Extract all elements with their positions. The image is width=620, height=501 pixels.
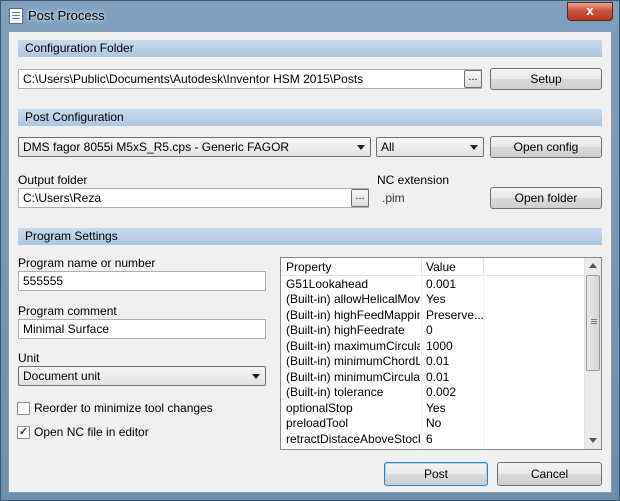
property-name: (Built-in) minimumChordL... <box>286 354 420 368</box>
property-value: Preserve... <box>426 308 483 322</box>
property-grid-header: Property Value <box>281 258 584 276</box>
open-nc-checkbox[interactable]: ✓ <box>17 426 30 439</box>
scroll-up-arrow-icon[interactable] <box>589 263 597 268</box>
config-folder-path-field[interactable]: C:\Users\Public\Documents\Autodesk\Inven… <box>18 69 482 89</box>
reorder-label: Reorder to minimize tool changes <box>34 401 213 415</box>
program-settings-header: Program Settings <box>18 228 602 245</box>
property-name: retractDistaceAboveStock <box>286 432 420 446</box>
window-title: Post Process <box>28 8 105 23</box>
cancel-button[interactable]: Cancel <box>497 462 602 486</box>
post-filter-value: All <box>381 140 395 154</box>
reorder-checkbox[interactable] <box>17 402 30 415</box>
property-row[interactable]: retractDistaceAboveStock 6 <box>281 432 584 447</box>
title-bar[interactable]: Post Process x <box>1 1 619 31</box>
property-value: 6 <box>426 432 433 446</box>
property-name: (Built-in) allowHelicalMoves <box>286 292 420 306</box>
property-value: 0.01 <box>426 370 450 384</box>
property-name: (Built-in) maximumCircula... <box>286 339 420 353</box>
property-row[interactable]: (Built-in) allowHelicalMoves Yes <box>281 292 584 307</box>
config-folder-browse-button[interactable]: ... <box>464 70 482 88</box>
property-name: (Built-in) tolerance <box>286 385 384 399</box>
property-name: (Built-in) highFeedMapping <box>286 308 420 322</box>
chevron-down-icon <box>357 145 365 150</box>
post-configuration-header: Post Configuration <box>18 109 602 126</box>
post-button[interactable]: Post <box>384 462 488 486</box>
column-header-value[interactable]: Value <box>426 260 456 274</box>
column-divider <box>483 258 484 275</box>
property-value: 1000 <box>426 339 453 353</box>
property-row[interactable]: (Built-in) highFeedMapping Preserve... <box>281 308 584 323</box>
program-comment-label: Program comment <box>18 304 117 318</box>
program-comment-input[interactable]: Minimal Surface <box>18 319 266 339</box>
program-name-input[interactable]: 555555 <box>18 271 266 291</box>
property-value: 0.002 <box>426 385 457 399</box>
property-row[interactable]: (Built-in) minimumCircula... 0.01 <box>281 370 584 385</box>
property-row[interactable]: (Built-in) minimumChordL... 0.01 <box>281 354 584 369</box>
property-name: (Built-in) minimumCircula... <box>286 370 420 384</box>
scrollbar-thumb[interactable] <box>586 275 600 371</box>
property-name: preloadTool <box>286 416 349 430</box>
property-grid[interactable]: Property Value G51Lookahead 0.001 (Built-… <box>280 257 602 450</box>
unit-label: Unit <box>18 351 40 365</box>
column-divider <box>421 258 422 275</box>
program-name-label: Program name or number <box>18 256 156 270</box>
property-row[interactable]: preloadTool No <box>281 416 584 431</box>
property-row[interactable]: (Built-in) highFeedrate 0 <box>281 323 584 338</box>
post-process-window: Post Process x Configuration Folder C:\U… <box>0 0 620 501</box>
output-folder-field[interactable]: C:\Users\Reza <box>18 188 369 208</box>
property-name: (Built-in) highFeedrate <box>286 323 405 337</box>
grip-icon <box>591 319 597 320</box>
property-value: 0.001 <box>426 277 457 291</box>
property-row[interactable]: G51Lookahead 0.001 <box>281 277 584 292</box>
chevron-down-icon <box>252 374 260 379</box>
nc-extension-label: NC extension <box>377 173 450 187</box>
property-value: 0.01 <box>426 354 450 368</box>
unit-select[interactable]: Document unit <box>18 366 266 386</box>
post-processor-value: DMS fagor 8055i M5xS_R5.cps - Generic FA… <box>23 140 290 154</box>
property-name: G51Lookahead <box>286 277 369 291</box>
dialog-body: Configuration Folder C:\Users\Public\Doc… <box>8 31 612 493</box>
property-name: optionalStop <box>286 401 353 415</box>
document-icon <box>9 8 23 24</box>
property-value: No <box>426 416 442 430</box>
property-row[interactable]: optionalStop Yes <box>281 401 584 416</box>
setup-button[interactable]: Setup <box>490 68 602 90</box>
post-processor-select[interactable]: DMS fagor 8055i M5xS_R5.cps - Generic FA… <box>18 137 371 157</box>
post-filter-select[interactable]: All <box>376 137 484 157</box>
output-folder-label: Output folder <box>18 173 88 187</box>
nc-extension-value: .pim <box>382 191 405 205</box>
open-folder-button[interactable]: Open folder <box>490 187 602 209</box>
property-value: Yes <box>426 292 446 306</box>
close-button[interactable]: x <box>567 2 613 21</box>
property-value: Yes <box>426 401 446 415</box>
chevron-down-icon <box>470 145 478 150</box>
column-header-property[interactable]: Property <box>286 260 331 274</box>
property-value: 0 <box>426 323 433 337</box>
output-folder-browse-button[interactable]: ... <box>351 189 369 207</box>
scroll-down-arrow-icon[interactable] <box>589 438 597 443</box>
property-row[interactable]: (Built-in) tolerance 0.002 <box>281 385 584 400</box>
property-grid-scrollbar[interactable] <box>584 258 601 449</box>
open-nc-label: Open NC file in editor <box>34 425 149 439</box>
property-row[interactable]: (Built-in) maximumCircula... 1000 <box>281 339 584 354</box>
unit-value: Document unit <box>23 369 101 383</box>
configuration-folder-header: Configuration Folder <box>18 40 602 57</box>
open-config-button[interactable]: Open config <box>490 136 602 158</box>
